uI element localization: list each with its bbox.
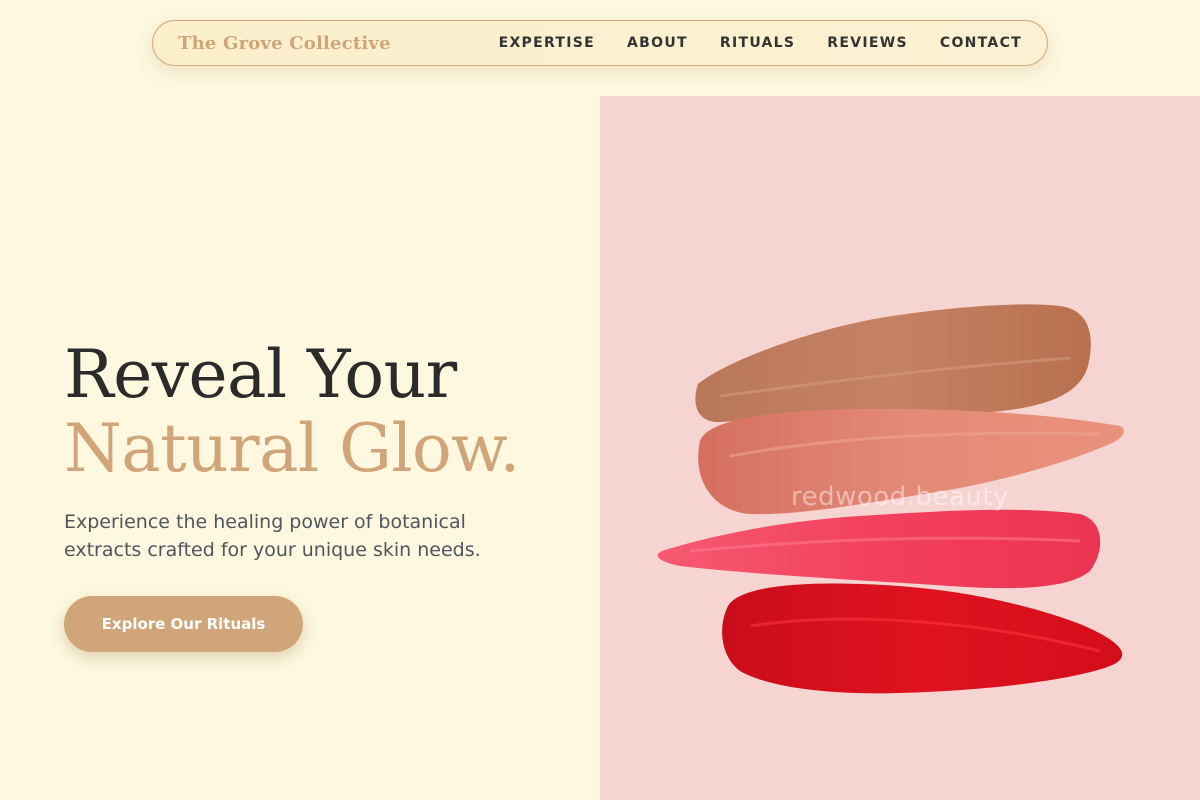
swatch-brown (695, 304, 1091, 423)
lipstick-swatches-image: redwood.beauty (600, 96, 1200, 800)
nav-link-contact[interactable]: CONTACT (940, 35, 1022, 51)
nav-link-expertise[interactable]: EXPERTISE (499, 35, 595, 51)
hero-headline: Reveal Your Natural Glow. (64, 338, 584, 486)
swatch-illustration (657, 304, 1125, 694)
explore-rituals-button[interactable]: Explore Our Rituals (64, 596, 303, 652)
brand-logo[interactable]: The Grove Collective (178, 33, 391, 54)
image-watermark: redwood.beauty (791, 482, 1009, 512)
top-navbar: The Grove Collective EXPERTISE ABOUT RIT… (152, 20, 1048, 66)
swatch-red (722, 583, 1123, 694)
hero-subtitle: Experience the healing power of botanica… (64, 511, 481, 561)
headline-line-1: Reveal Your (64, 336, 457, 413)
nav-links: EXPERTISE ABOUT RITUALS REVIEWS CONTACT (467, 35, 1022, 51)
headline-line-2: Natural Glow. (64, 410, 520, 487)
nav-link-about[interactable]: ABOUT (627, 35, 688, 51)
nav-link-reviews[interactable]: REVIEWS (827, 35, 908, 51)
nav-link-rituals[interactable]: RITUALS (720, 35, 795, 51)
hero-text: Reveal Your Natural Glow. Experience the… (64, 338, 584, 583)
